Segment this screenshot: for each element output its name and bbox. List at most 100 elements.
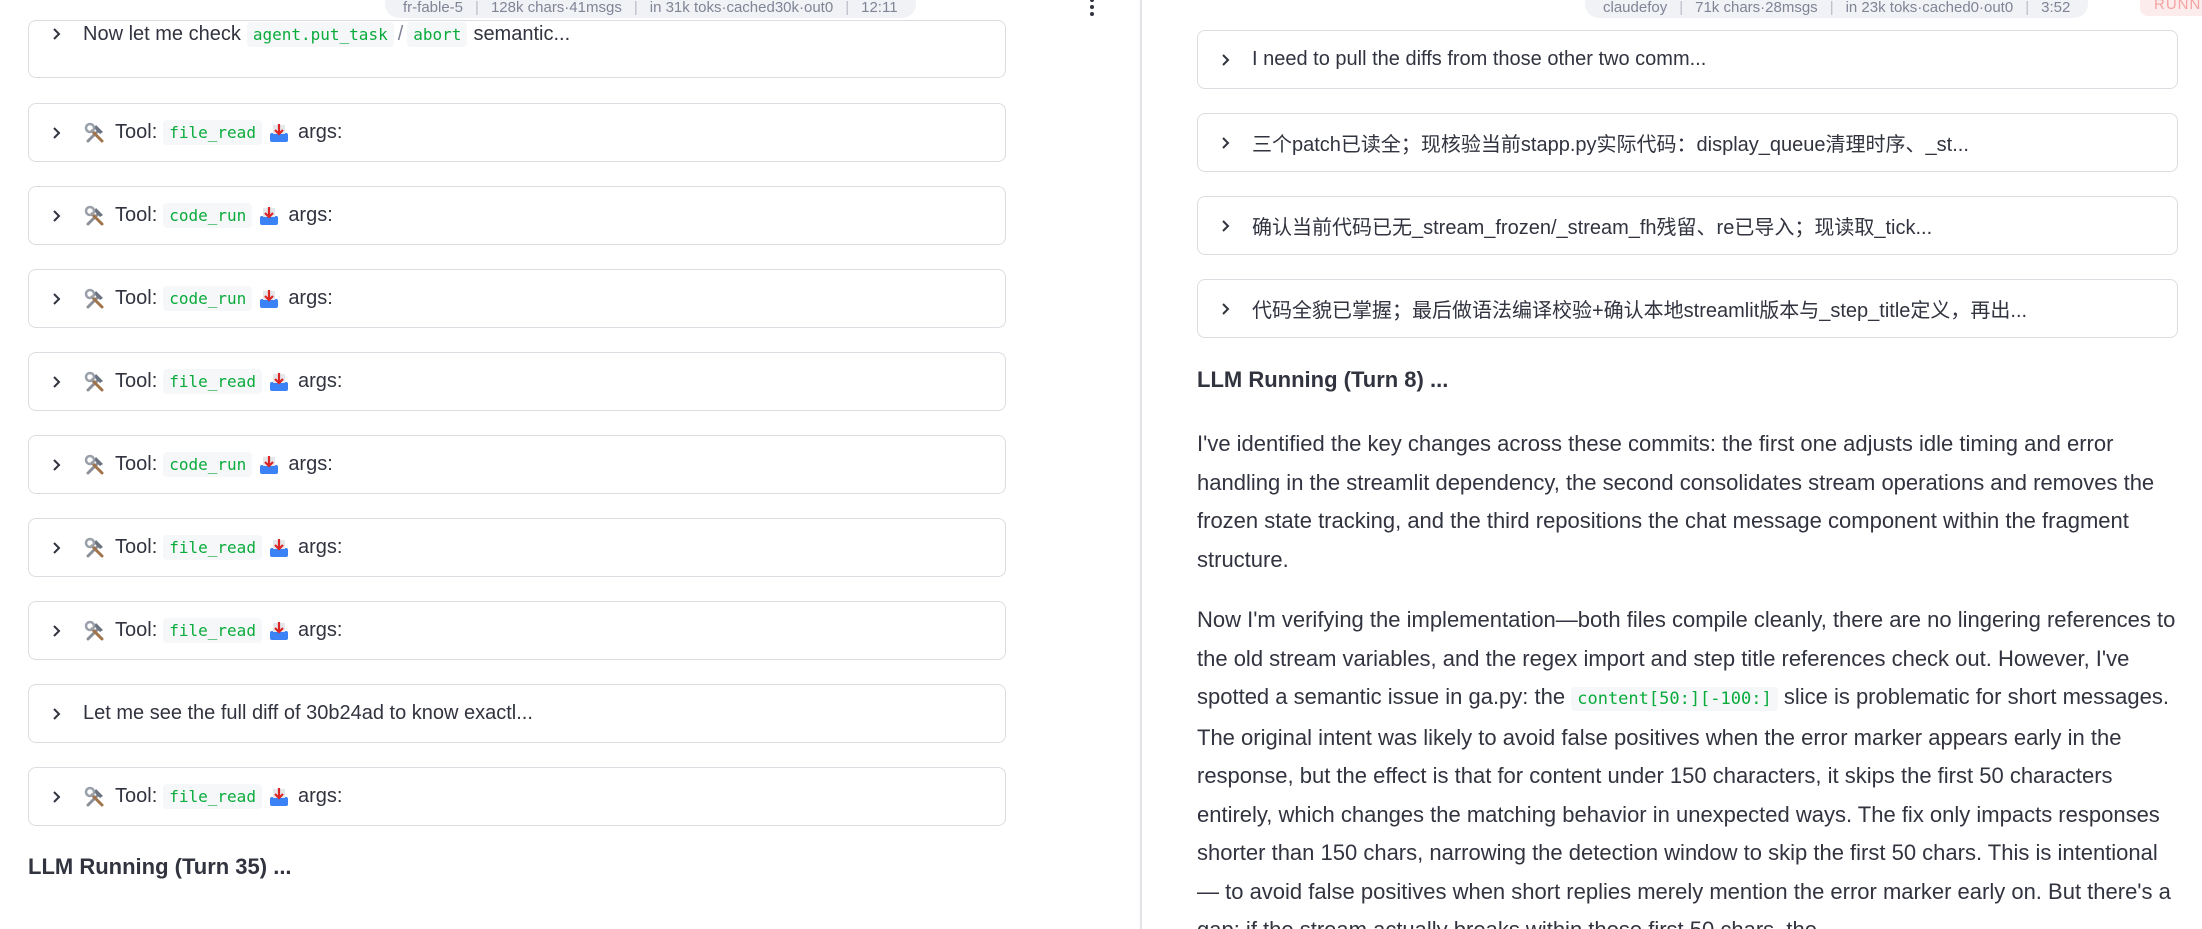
tool-name: file_read (163, 535, 262, 560)
args-label: args: (288, 287, 333, 309)
chevron-right-icon (1220, 219, 1232, 232)
chevron-right-icon (51, 458, 63, 471)
chevron-right-icon (1220, 53, 1232, 66)
chevron-right-icon (1220, 302, 1232, 315)
args-label: args: (297, 370, 343, 392)
token-stats: in 23k toks·cached0·out0 (1845, 0, 2014, 16)
assistant-paragraph: Now I'm verifying the implementation—bot… (1197, 601, 2182, 929)
chevron-right-icon (51, 624, 63, 637)
inbox-tray-icon (260, 289, 279, 308)
hammer-and-wrench-icon (84, 205, 104, 225)
code-snippet: abort (407, 21, 468, 47)
app-screen: fr-fable-5 | 128k chars·41msgs | in 31k … (0, 0, 2202, 929)
paragraph-text: slice is problematic for short messages.… (1197, 684, 2171, 929)
args-label: args: (297, 785, 343, 807)
expander-text: 代码全貌已掌握；最后做语法编译校验+确认本地streamlit版本与_step_… (1252, 300, 2028, 322)
elapsed-time: 12:11 (861, 0, 898, 16)
tool-name: file_read (163, 618, 262, 643)
args-label: args: (297, 619, 343, 641)
chevron-right-icon (1220, 136, 1232, 149)
tool-label: Tool: (115, 287, 158, 309)
separator: | (1829, 0, 1834, 16)
inbox-tray-icon (269, 372, 288, 391)
tool-call-expander[interactable]: Tool: file_read args: (28, 601, 1006, 660)
chevron-right-icon (51, 375, 63, 388)
more-vertical-icon[interactable] (1084, 0, 1100, 18)
chars-msgs-count: 128k chars·41msgs (490, 0, 622, 16)
inbox-tray-icon (260, 206, 279, 225)
session-name: fr-fable-5 (403, 0, 464, 16)
code-snippet: content[50:][-100:] (1571, 687, 1778, 711)
tool-label: Tool: (115, 619, 158, 641)
args-label: args: (297, 536, 343, 558)
running-status-badge: RUNN (2140, 0, 2202, 16)
hammer-and-wrench-icon (84, 371, 104, 391)
chars-msgs-count: 71k chars·28msgs (1695, 0, 1818, 16)
hammer-and-wrench-icon (84, 620, 104, 640)
tool-call-expander[interactable]: Tool: code_run args: (28, 435, 1006, 494)
left-session-pane[interactable]: fr-fable-5 | 128k chars·41msgs | in 31k … (0, 0, 1140, 929)
expander-full-diff[interactable]: Let me see the full diff of 30b24ad to k… (28, 684, 1006, 743)
hammer-and-wrench-icon (84, 288, 104, 308)
tool-call-expander[interactable]: Tool: code_run args: (28, 269, 1006, 328)
assistant-paragraph: I've identified the key changes across t… (1197, 431, 2155, 572)
expander-text: 确认当前代码已无_stream_frozen/_stream_fh残留、re已导… (1252, 217, 1933, 239)
chevron-right-icon (51, 707, 63, 720)
hammer-and-wrench-icon (84, 786, 104, 806)
chevron-right-icon (51, 790, 63, 803)
tool-call-expander[interactable]: Tool: file_read args: (28, 518, 1006, 577)
tool-label: Tool: (115, 453, 158, 475)
tool-label: Tool: (115, 536, 158, 558)
tool-call-expander[interactable]: Tool: file_read args: (28, 767, 1006, 826)
tool-label: Tool: (115, 204, 158, 226)
expander-code-overview[interactable]: 代码全貌已掌握；最后做语法编译校验+确认本地streamlit版本与_step_… (1197, 279, 2178, 338)
tool-label: Tool: (115, 121, 158, 143)
code-snippet: agent.put_task (246, 21, 394, 47)
llm-running-heading: LLM Running (Turn 8) ... (1197, 367, 1449, 392)
tool-label: Tool: (115, 370, 158, 392)
tool-name: code_run (163, 203, 253, 228)
tool-call-expander[interactable]: Tool: file_read args: (28, 352, 1006, 411)
expander-text: Let me see the full diff of 30b24ad to k… (83, 702, 533, 724)
args-label: args: (288, 453, 333, 475)
hammer-and-wrench-icon (84, 454, 104, 474)
expander-pull-diffs[interactable]: I need to pull the diffs from those othe… (1197, 30, 2178, 89)
expander-check-semantic[interactable]: Now let me check agent.put_task / abort … (28, 20, 1006, 78)
tool-call-expander[interactable]: Tool: file_read args: (28, 103, 1006, 162)
inbox-tray-icon (269, 123, 288, 142)
inbox-tray-icon (260, 455, 279, 474)
expander-confirm-code[interactable]: 确认当前代码已无_stream_frozen/_stream_fh残留、re已导… (1197, 196, 2178, 255)
separator: | (2025, 0, 2030, 16)
hammer-and-wrench-icon (84, 122, 104, 142)
inbox-tray-icon (269, 538, 288, 557)
hammer-and-wrench-icon (84, 537, 104, 557)
tool-label: Tool: (115, 785, 158, 807)
chevron-right-icon (51, 28, 63, 40)
right-session-pane[interactable]: claudefoy | 71k chars·28msgs | in 23k to… (1142, 0, 2202, 929)
separator: | (475, 0, 479, 16)
tool-name: file_read (163, 369, 262, 394)
expander-text: semantic... (473, 22, 571, 45)
expander-text: 三个patch已读全；现核验当前stapp.py实际代码：display_que… (1252, 134, 1969, 156)
chevron-right-icon (51, 292, 63, 305)
llm-running-heading: LLM Running (Turn 35) ... (28, 854, 292, 879)
tool-name: code_run (163, 452, 253, 477)
inbox-tray-icon (269, 787, 288, 806)
session-status-bar: claudefoy | 71k chars·28msgs | in 23k to… (1585, 0, 2089, 18)
args-label: args: (297, 121, 343, 143)
tool-call-expander[interactable]: Tool: code_run args: (28, 186, 1006, 245)
token-stats: in 31k toks·cached30k·out0 (649, 0, 834, 16)
inbox-tray-icon (269, 621, 288, 640)
separator: | (845, 0, 850, 16)
args-label: args: (288, 204, 333, 226)
elapsed-time: 3:52 (2041, 0, 2071, 16)
separator: | (633, 0, 638, 16)
tool-name: code_run (163, 286, 253, 311)
session-name: claudefoy (1603, 0, 1668, 16)
chevron-right-icon (51, 209, 63, 222)
chevron-right-icon (51, 126, 63, 139)
expander-text: Now let me check (83, 22, 241, 45)
expander-text: I need to pull the diffs from those othe… (1252, 48, 1707, 70)
chevron-right-icon (51, 541, 63, 554)
expander-patches-read[interactable]: 三个patch已读全；现核验当前stapp.py实际代码：display_que… (1197, 113, 2178, 172)
